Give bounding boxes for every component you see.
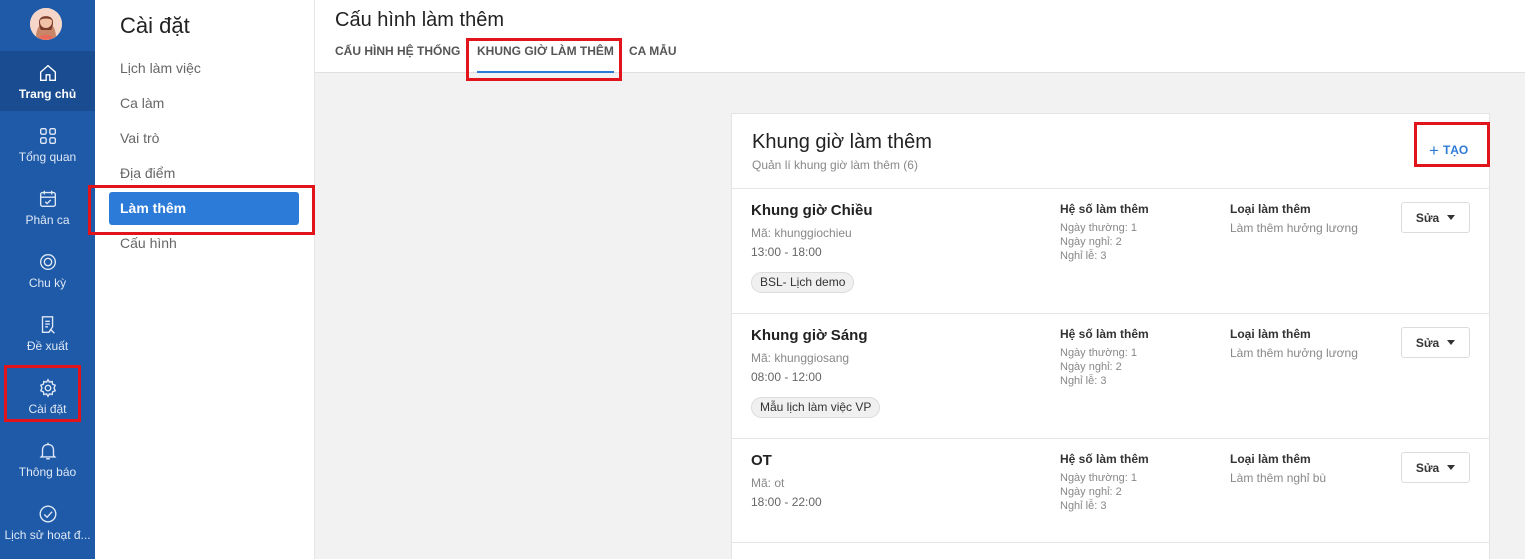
- type-header: Loại làm thêm: [1230, 452, 1311, 466]
- type-header: Loại làm thêm: [1230, 327, 1311, 341]
- settings-item-schedule[interactable]: Lịch làm việc: [109, 52, 299, 85]
- tab-system-config[interactable]: CẤU HÌNH HỆ THỐNG: [335, 44, 460, 73]
- tab-shift-templates[interactable]: CA MẪU: [629, 44, 677, 73]
- coef-header: Hệ số làm thêm: [1060, 327, 1149, 341]
- settings-item-overtime[interactable]: Làm thêm: [109, 192, 299, 225]
- overtime-type: Làm thêm hưởng lương: [1230, 346, 1358, 360]
- nav-item-overview[interactable]: Tổng quan: [0, 114, 95, 174]
- edit-button-label: Sửa: [1415, 335, 1440, 350]
- edit-button[interactable]: Sửa: [1401, 327, 1470, 358]
- card-subtitle: Quản lí khung giờ làm thêm (6): [752, 158, 918, 172]
- edit-button-label: Sửa: [1415, 460, 1440, 475]
- type-header: Loại làm thêm: [1230, 202, 1311, 216]
- coef-holiday: Nghỉ lễ: 3: [1060, 375, 1107, 387]
- coef-weekday: Ngày thường: 1: [1060, 472, 1137, 484]
- list-item: Khung giờ Chiều Mã: khunggiochieu 13:00 …: [732, 188, 1489, 313]
- settings-item-roles[interactable]: Vai trò: [109, 122, 299, 155]
- slot-code: Mã: ot: [751, 476, 785, 490]
- nav-item-settings[interactable]: Cài đặt: [0, 366, 95, 426]
- page-title: Cấu hình làm thêm: [335, 9, 504, 31]
- coef-holiday: Nghỉ lễ: 3: [1060, 250, 1107, 262]
- home-icon: [37, 62, 59, 84]
- card-title: Khung giờ làm thêm: [752, 131, 932, 153]
- tab-overtime-slots[interactable]: KHUNG GIỜ LÀM THÊM: [477, 44, 614, 73]
- coef-dayoff: Ngày nghỉ: 2: [1060, 361, 1122, 373]
- edit-button-label: Sửa: [1415, 210, 1440, 225]
- overtime-type: Làm thêm nghỉ bù: [1230, 471, 1327, 485]
- create-button[interactable]: + TẠO: [1429, 141, 1468, 161]
- coef-weekday: Ngày thường: 1: [1060, 222, 1137, 234]
- schedule-tag: BSL- Lịch demo: [751, 272, 855, 293]
- check-circle-icon: [37, 503, 59, 525]
- coef-dayoff: Ngày nghỉ: 2: [1060, 486, 1122, 498]
- cycle-icon: [37, 251, 59, 273]
- settings-item-locations[interactable]: Địa điểm: [109, 157, 299, 190]
- coef-header: Hệ số làm thêm: [1060, 452, 1149, 466]
- nav-item-label: Thông báo: [18, 464, 77, 479]
- calendar-icon: [37, 188, 59, 210]
- caret-down-icon: [1447, 465, 1456, 470]
- nav-item-label: Lịch sử hoạt đ...: [4, 527, 91, 542]
- settings-menu: Cài đặt Lịch làm việc Ca làm Vai trò Địa…: [95, 0, 315, 559]
- coef-holiday: Nghỉ lễ: 3: [1060, 500, 1107, 512]
- page-header: Cấu hình làm thêm CẤU HÌNH HỆ THỐNG KHUN…: [315, 0, 1525, 73]
- caret-down-icon: [1447, 340, 1456, 345]
- grid-icon: [37, 125, 59, 147]
- overtime-slots-card: Khung giờ làm thêm Quản lí khung giờ làm…: [731, 113, 1490, 559]
- caret-down-icon: [1447, 215, 1456, 220]
- nav-item-label: Cài đặt: [28, 401, 67, 416]
- slot-time: 18:00 - 22:00: [751, 495, 822, 509]
- bell-icon: [37, 440, 59, 462]
- slot-name: Khung giờ Chiều: [751, 202, 873, 219]
- nav-item-label: Tổng quan: [18, 149, 77, 164]
- settings-title: Cài đặt: [120, 13, 190, 38]
- coef-dayoff: Ngày nghỉ: 2: [1060, 236, 1122, 248]
- edit-button[interactable]: Sửa: [1401, 202, 1470, 233]
- settings-item-config[interactable]: Cấu hình: [109, 227, 299, 260]
- nav-item-notifications[interactable]: Thông báo: [0, 429, 95, 489]
- nav-item-activity-history[interactable]: Lịch sử hoạt đ...: [0, 492, 95, 552]
- app-nav-rail: Trang chủ Tổng quan Phân ca Chu kỳ Đề xu…: [0, 0, 95, 559]
- plus-icon: +: [1429, 141, 1439, 160]
- nav-item-home[interactable]: Trang chủ: [0, 51, 95, 111]
- coef-weekday: Ngày thường: 1: [1060, 347, 1137, 359]
- nav-item-label: Đề xuất: [26, 338, 69, 353]
- nav-item-label: Chu kỳ: [28, 275, 67, 290]
- list-item: OT Mã: ot 18:00 - 22:00 Hệ số làm thêm N…: [732, 438, 1489, 542]
- slot-name: OT: [751, 452, 772, 469]
- schedule-tag: Mẫu lịch làm việc VP: [751, 397, 881, 418]
- coef-header: Hệ số làm thêm: [1060, 202, 1149, 216]
- list-item: [732, 542, 1489, 559]
- list-item: Khung giờ Sáng Mã: khunggiosang 08:00 - …: [732, 313, 1489, 438]
- edit-button[interactable]: Sửa: [1401, 452, 1470, 483]
- nav-item-label: Phân ca: [25, 212, 70, 227]
- slot-code: Mã: khunggiosang: [751, 351, 850, 365]
- slot-name: Khung giờ Sáng: [751, 327, 868, 344]
- slot-time: 08:00 - 12:00: [751, 370, 822, 384]
- nav-item-label: Trang chủ: [18, 86, 77, 101]
- settings-item-shift[interactable]: Ca làm: [109, 87, 299, 120]
- slot-code: Mã: khunggiochieu: [751, 226, 852, 240]
- create-button-label: TẠO: [1442, 143, 1469, 157]
- overtime-type: Làm thêm hưởng lương: [1230, 221, 1358, 235]
- slot-time: 13:00 - 18:00: [751, 245, 822, 259]
- nav-item-cycle[interactable]: Chu kỳ: [0, 240, 95, 300]
- user-avatar[interactable]: [30, 8, 62, 40]
- document-icon: [37, 314, 59, 336]
- nav-item-proposal[interactable]: Đề xuất: [0, 303, 95, 363]
- nav-item-shift[interactable]: Phân ca: [0, 177, 95, 237]
- gear-icon: [37, 377, 59, 399]
